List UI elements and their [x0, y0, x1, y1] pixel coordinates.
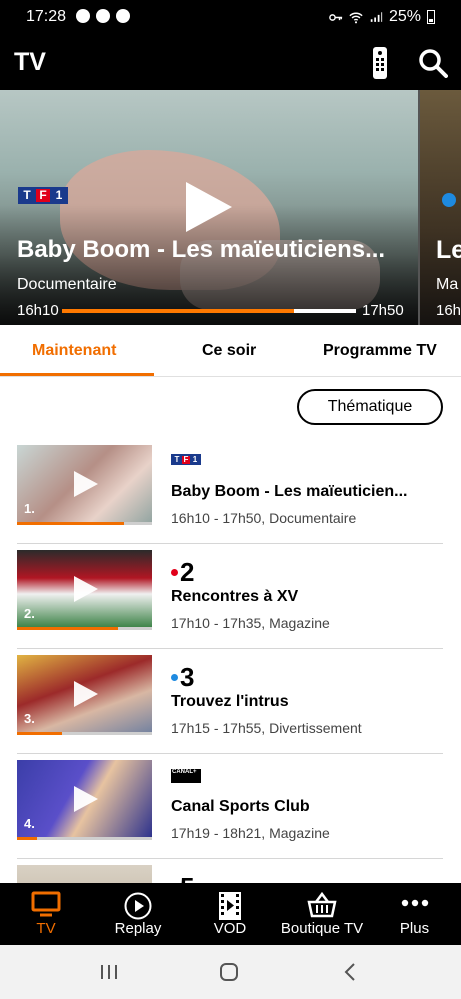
canal-plus-logo: CANAL+ [171, 769, 201, 783]
program-meta: 17h15 - 17h55, Divertissement [171, 720, 362, 736]
tf1-logo: TF1 [18, 187, 68, 204]
more-icon [401, 899, 428, 907]
hero-carousel[interactable]: TF1 Baby Boom - Les maïeuticiens... Docu… [0, 90, 461, 325]
play-icon[interactable] [74, 471, 98, 497]
channel-rank: 3. [24, 711, 35, 726]
home-icon[interactable] [218, 961, 240, 983]
search-icon[interactable] [418, 48, 448, 78]
hero-next-card[interactable]: Le Ma 16h [420, 90, 461, 325]
play-icon[interactable] [186, 182, 232, 232]
nav-tv[interactable]: TV [0, 883, 92, 945]
program-meta: 17h10 - 17h35, Magazine [171, 615, 330, 631]
page-title: TV [14, 48, 46, 76]
hero-progress-bar [62, 309, 356, 313]
basket-icon [307, 891, 337, 918]
app-notification-icon [96, 9, 110, 23]
nav-plus[interactable]: Plus [368, 883, 461, 945]
tab-ce-soir[interactable]: Ce soir [202, 342, 256, 360]
key-icon [329, 13, 343, 21]
program-title: Rencontres à XV [171, 588, 299, 605]
france3-logo: 3 [171, 664, 194, 690]
nav-label: Plus [399, 920, 430, 937]
back-icon[interactable] [340, 961, 362, 983]
hero-start-time: 16h10 [17, 302, 59, 319]
program-progress-bar [17, 732, 152, 735]
program-thumbnail[interactable]: 2. [17, 550, 152, 630]
program-thumbnail[interactable]: 4. [17, 760, 152, 840]
tab-bar: Maintenant Ce soir Programme TV [0, 325, 461, 377]
program-title: Baby Boom - Les maïeuticien... [171, 483, 408, 500]
list-item[interactable]: 2. 2 Rencontres à XV 17h10 - 17h35, Maga… [17, 545, 443, 649]
channel-rank: 2. [24, 606, 35, 621]
signal-icon [370, 11, 383, 22]
nav-label: Replay [114, 920, 162, 937]
tf1-logo: TF1 [171, 454, 201, 465]
shield-icon [76, 9, 90, 23]
replay-icon [124, 892, 152, 920]
app-header: TV [0, 36, 461, 90]
channel-rank: 4. [24, 816, 35, 831]
france2-logo: 2 [171, 559, 194, 585]
channel-rank: 1. [24, 501, 35, 516]
program-meta: 16h10 - 17h50, Documentaire [171, 510, 357, 526]
remote-control-icon[interactable] [368, 46, 392, 80]
nav-boutique-tv[interactable]: Boutique TV [276, 883, 368, 945]
play-icon[interactable] [74, 786, 98, 812]
list-item[interactable]: 3. 3 Trouvez l'intrus 17h15 - 17h55, Div… [17, 650, 443, 754]
hero-progress-fill [62, 309, 295, 313]
tv-icon [31, 891, 61, 917]
film-icon [219, 892, 241, 920]
bottom-navigation: TV Replay VOD Boutique TV Plus [0, 883, 461, 945]
thematique-filter-button[interactable]: Thématique [297, 389, 443, 425]
nav-replay[interactable]: Replay [92, 883, 184, 945]
play-icon[interactable] [74, 681, 98, 707]
france3-logo-dot [442, 193, 456, 207]
battery-percentage: 25% [388, 8, 421, 25]
program-progress-bar [17, 627, 152, 630]
nav-label: VOD [213, 920, 247, 937]
list-item[interactable]: 4. CANAL+ Canal Sports Club 17h19 - 18h2… [17, 755, 443, 859]
notification-icons [76, 9, 130, 23]
hero-next-genre: Ma [436, 276, 459, 293]
system-status-icons: 25% [329, 8, 435, 26]
hero-next-time: 16h [436, 302, 461, 319]
hero-next-title: Le [436, 236, 461, 264]
hero-title: Baby Boom - Les maïeuticiens... [17, 236, 386, 263]
tab-programme-tv[interactable]: Programme TV [323, 342, 437, 360]
program-thumbnail[interactable]: 3. [17, 655, 152, 735]
recent-apps-icon[interactable] [98, 961, 120, 983]
program-thumbnail[interactable]: 1. [17, 445, 152, 525]
program-title: Canal Sports Club [171, 798, 310, 815]
hero-card[interactable]: TF1 Baby Boom - Les maïeuticiens... Docu… [0, 90, 418, 325]
status-bar: 17:28 25% [0, 0, 461, 36]
wifi-icon [349, 12, 363, 23]
program-title: Trouvez l'intrus [171, 693, 289, 710]
program-progress-bar [17, 837, 152, 840]
list-item[interactable]: 1. TF1 Baby Boom - Les maïeuticien... 16… [17, 440, 443, 544]
play-icon[interactable] [74, 576, 98, 602]
nav-label: Boutique TV [280, 920, 364, 937]
app-notification-icon [116, 9, 130, 23]
hero-end-time: 17h50 [362, 302, 404, 319]
program-progress-bar [17, 522, 152, 525]
nav-vod[interactable]: VOD [184, 883, 276, 945]
program-meta: 17h19 - 18h21, Magazine [171, 825, 330, 841]
system-navigation-bar [0, 945, 461, 999]
nav-label: TV [36, 920, 56, 937]
tab-maintenant[interactable]: Maintenant [32, 342, 116, 360]
status-time: 17:28 [26, 8, 67, 25]
active-tab-indicator [0, 373, 154, 376]
hero-genre: Documentaire [17, 276, 117, 293]
battery-icon [427, 10, 435, 24]
